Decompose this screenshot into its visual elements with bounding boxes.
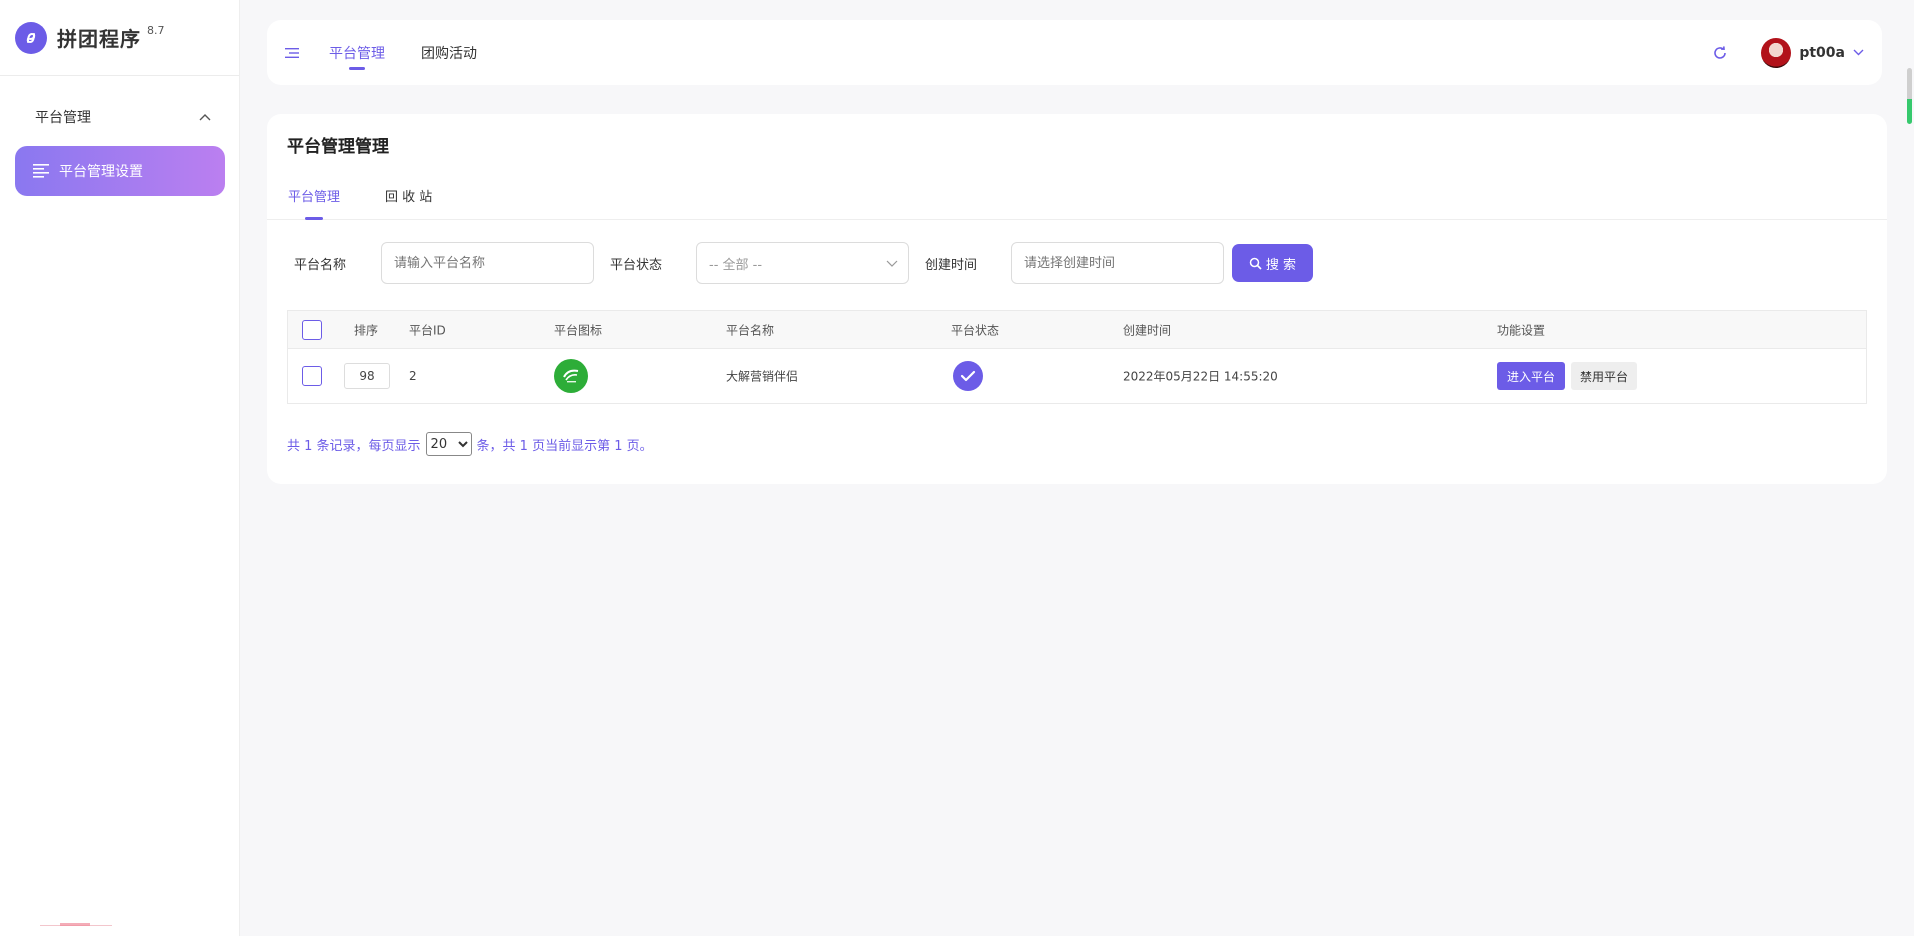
platform-name-input[interactable]	[381, 242, 594, 284]
status-select-value: -- 全部 --	[709, 257, 763, 273]
top-header: 平台管理 团购活动 pt00a	[267, 20, 1882, 85]
decoration-icon	[40, 923, 112, 926]
platform-status-select[interactable]: -- 全部 --	[696, 242, 909, 284]
filter-name-label: 平台名称	[294, 258, 347, 273]
sidebar-group-platform[interactable]: 平台管理	[0, 96, 239, 138]
chevron-down-icon[interactable]	[1853, 49, 1864, 56]
filter-time-label: 创建时间	[925, 258, 978, 273]
main-card: 平台管理管理 平台管理 回 收 站 平台名称 平台状态 -- 全部 -- 创建时…	[267, 114, 1887, 484]
filter-status-label: 平台状态	[610, 258, 663, 273]
created-time-input[interactable]	[1011, 242, 1224, 284]
list-icon	[33, 163, 49, 179]
per-page-select[interactable]: 20	[425, 432, 472, 456]
col-id: 平台ID	[409, 323, 446, 337]
check-circle-icon[interactable]	[953, 361, 983, 391]
app-title: 拼团程序	[57, 27, 141, 51]
select-all-checkbox[interactable]	[302, 319, 322, 340]
tab-platform-management[interactable]: 平台管理	[329, 20, 385, 85]
collapse-menu-icon[interactable]	[285, 47, 299, 59]
sidebar-item-label: 平台管理设置	[59, 164, 143, 180]
search-icon	[1249, 257, 1262, 270]
col-sort: 排序	[354, 323, 379, 337]
platform-logo-icon	[554, 359, 588, 393]
disable-platform-button[interactable]: 禁用平台	[1571, 362, 1638, 390]
page-scrollbar[interactable]	[1907, 68, 1912, 124]
tab-recycle-bin[interactable]: 回 收 站	[385, 186, 432, 205]
sidebar-item-platform-settings[interactable]: 平台管理设置	[15, 146, 225, 196]
row-actions: 进入平台 禁用平台	[1497, 362, 1638, 390]
created-time: 2022年05月22日 14:55:20	[1123, 369, 1278, 384]
platform-name: 大解营销伴侣	[726, 369, 799, 384]
tab-platform-list[interactable]: 平台管理	[288, 186, 340, 205]
username[interactable]: pt00a	[1799, 45, 1845, 61]
row-checkbox[interactable]	[302, 366, 322, 386]
sidebar: 拼团程序 8.7 平台管理 平台管理设置	[0, 0, 240, 936]
platform-id: 2	[409, 369, 417, 383]
col-name: 平台名称	[726, 323, 775, 337]
content-tabs: 平台管理 回 收 站	[267, 174, 1887, 220]
logo-row: 拼团程序 8.7	[0, 0, 239, 76]
pager-prefix: 共 1 条记录，每页显示	[287, 438, 421, 454]
search-button[interactable]: 搜 索	[1232, 244, 1313, 282]
col-actions: 功能设置	[1497, 323, 1546, 337]
pager-suffix: 条，共 1 页当前显示第 1 页。	[476, 438, 653, 454]
app-version: 8.7	[147, 24, 165, 37]
table-header: 排序 平台ID 平台图标 平台名称 平台状态 创建时间 功能设置	[288, 311, 1866, 349]
search-button-label: 搜 索	[1265, 257, 1297, 273]
page-title: 平台管理管理	[287, 137, 389, 157]
sort-input[interactable]: 98	[344, 363, 390, 389]
avatar[interactable]	[1761, 37, 1792, 68]
sidebar-group-label: 平台管理	[35, 110, 91, 126]
chevron-down-icon	[886, 260, 898, 267]
pagination: 共 1 条记录，每页显示 20 条，共 1 页当前显示第 1 页。	[287, 432, 653, 456]
col-status: 平台状态	[951, 323, 1000, 337]
logo-icon	[15, 21, 47, 54]
enter-platform-button[interactable]: 进入平台	[1497, 362, 1566, 390]
table-row: 98 2 大解营销伴侣 2022年05月22日 14:55:20 进入平台 禁用…	[288, 349, 1866, 403]
refresh-icon[interactable]	[1713, 45, 1727, 60]
col-created: 创建时间	[1123, 323, 1172, 337]
chevron-up-icon	[199, 114, 211, 121]
col-icon: 平台图标	[554, 323, 603, 337]
tab-group-buy[interactable]: 团购活动	[421, 20, 477, 85]
header-right: pt00a	[1713, 37, 1864, 68]
platform-table: 排序 平台ID 平台图标 平台名称 平台状态 创建时间 功能设置 98 2 大解…	[287, 310, 1867, 404]
